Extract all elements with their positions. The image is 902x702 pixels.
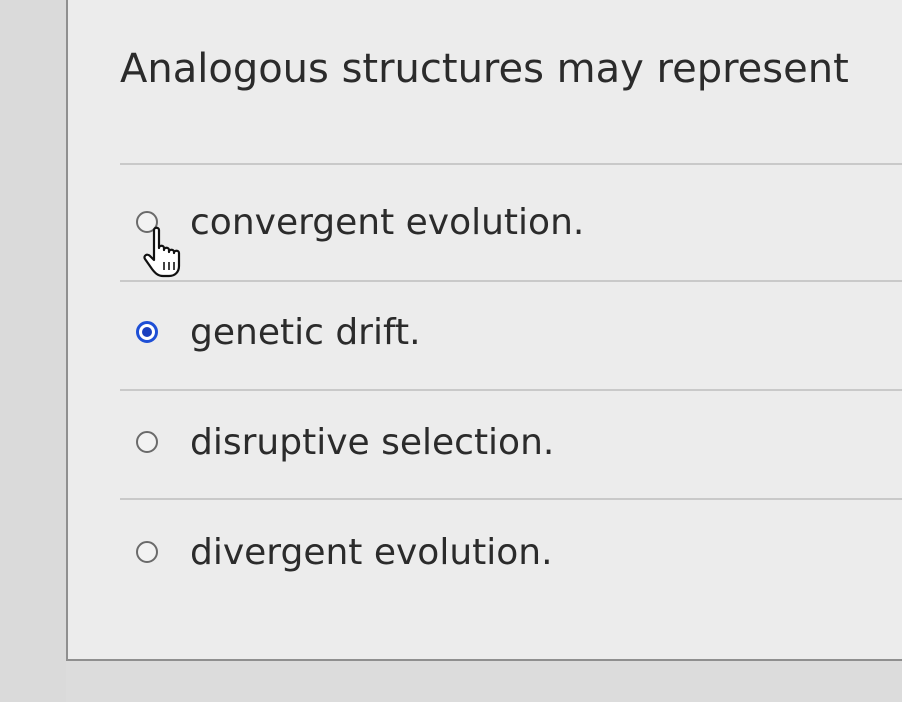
option-divergent-evolution[interactable]: divergent evolution. [136,522,836,582]
option-label: convergent evolution. [190,201,585,243]
radio-button-selected[interactable] [136,321,158,343]
option-convergent-evolution[interactable]: convergent evolution. [136,192,836,252]
radio-button[interactable] [136,431,158,453]
option-genetic-drift[interactable]: genetic drift. [136,302,836,362]
left-margin [0,0,66,702]
divider [120,389,902,391]
divider [120,163,902,165]
radio-button[interactable] [136,541,158,563]
page-background [66,661,902,702]
divider [120,280,902,282]
option-label: divergent evolution. [190,531,553,573]
option-disruptive-selection[interactable]: disruptive selection. [136,412,836,472]
option-label: disruptive selection. [190,421,555,463]
question-text: Analogous structures may represent [120,46,849,92]
divider [120,498,902,500]
radio-button[interactable] [136,211,158,233]
option-label: genetic drift. [190,311,421,353]
